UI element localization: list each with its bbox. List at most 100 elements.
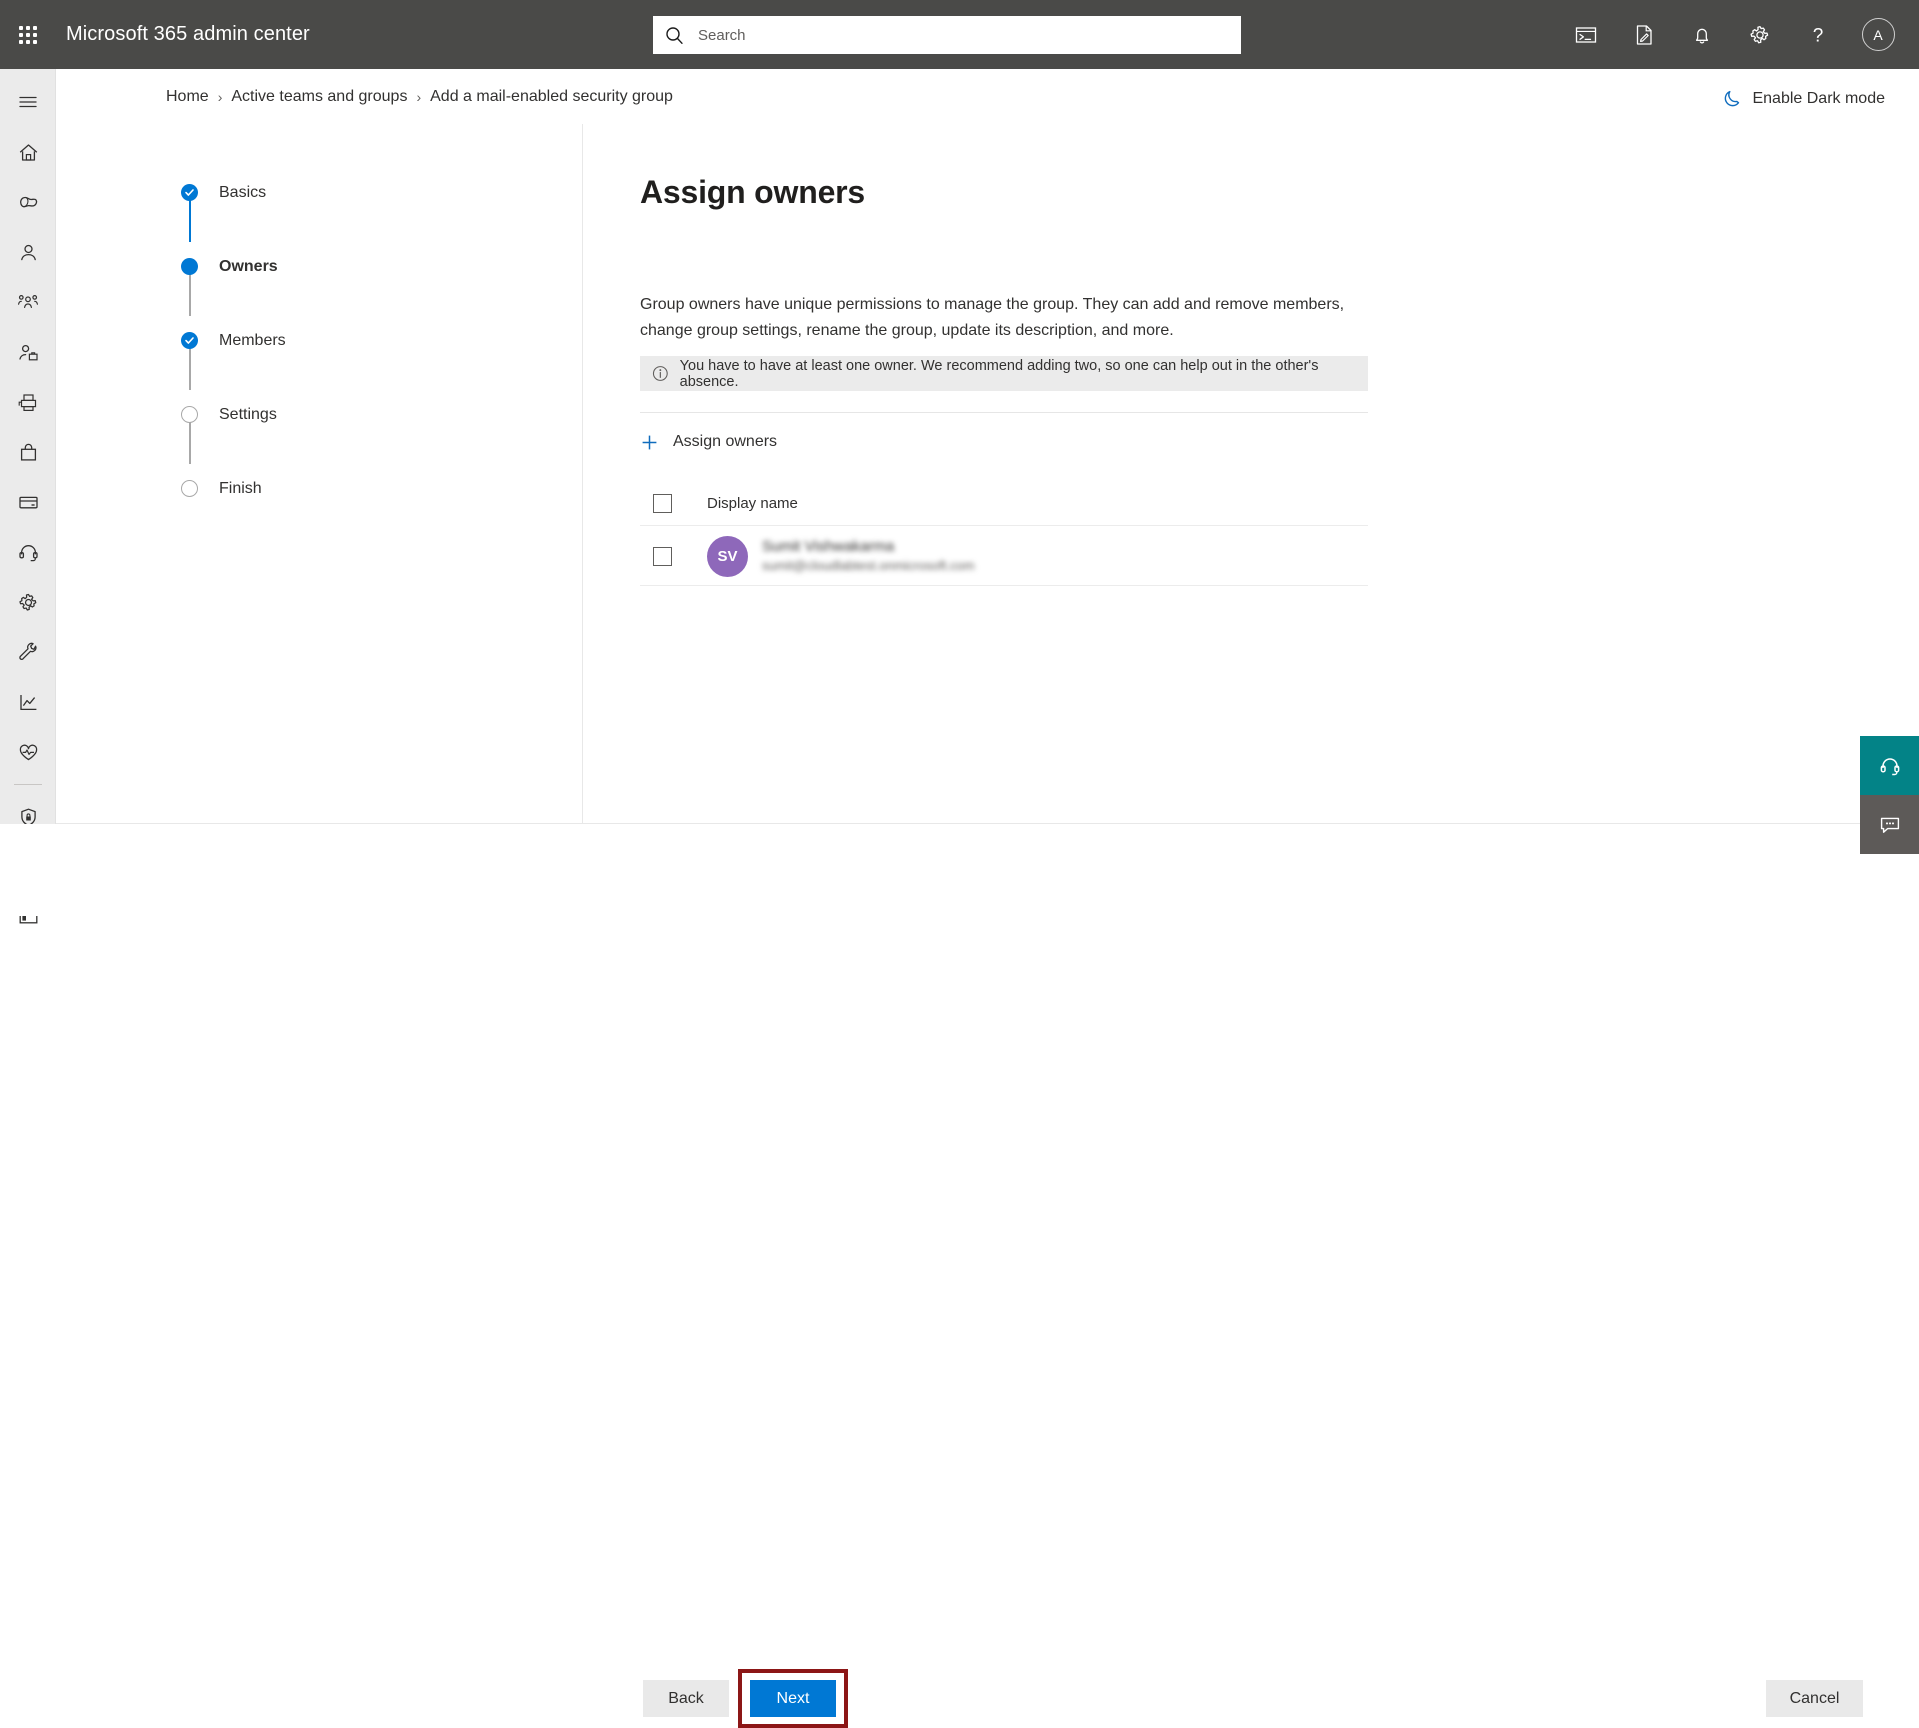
back-button[interactable]: Back — [643, 1680, 729, 1717]
cloud-shell-button[interactable] — [1557, 0, 1615, 69]
cancel-button[interactable]: Cancel — [1766, 1680, 1863, 1717]
whats-new-icon — [1636, 24, 1652, 45]
hamburger-icon — [19, 96, 37, 108]
waffle-icon — [19, 25, 37, 44]
breadcrumb-row: Home › Active teams and groups › Add a m… — [56, 69, 1919, 124]
sidebar-item-health[interactable] — [0, 727, 56, 777]
devices-icon — [18, 393, 36, 411]
settings-gear-icon — [18, 593, 36, 611]
info-icon — [652, 366, 668, 381]
owner-identity: Sumit Vishwakarma sumit@cloudlabtest.onm… — [762, 537, 975, 575]
account-avatar-button[interactable]: A — [1847, 0, 1909, 69]
marketplace-icon — [20, 443, 36, 461]
assign-owners-button[interactable]: Assign owners — [640, 424, 787, 460]
help-button[interactable]: ? — [1789, 0, 1847, 69]
suite-title: Microsoft 365 admin center — [66, 23, 310, 45]
next-button-highlight: Next — [738, 1669, 848, 1728]
sidebar-item-reports[interactable] — [0, 677, 56, 727]
step-status-current-icon — [181, 258, 198, 275]
breadcrumb-separator: › — [217, 88, 223, 105]
step-connector — [189, 270, 191, 316]
app-launcher-button[interactable] — [0, 0, 56, 69]
breadcrumb-item-home[interactable]: Home — [166, 88, 209, 106]
feedback-widget-button[interactable] — [1860, 795, 1919, 854]
sidebar-item-roles[interactable] — [0, 327, 56, 377]
table-row[interactable]: SV Sumit Vishwakarma sumit@cloudlabtest.… — [640, 527, 1368, 586]
sidebar-item-setup[interactable] — [0, 627, 56, 677]
support-headset-icon — [1880, 757, 1899, 775]
column-header-display-name: Display name — [707, 495, 798, 512]
wizard-steps-pane: Basics Owners Members Settings Finish — [115, 124, 583, 823]
sidebar-item-copilot[interactable] — [0, 177, 56, 227]
sidebar-item-nav-toggle[interactable] — [0, 77, 56, 127]
side-widgets — [1860, 736, 1919, 854]
support-widget-button[interactable] — [1860, 736, 1919, 795]
search-input[interactable] — [696, 25, 1216, 45]
wizard-step-basics[interactable]: Basics — [181, 179, 286, 242]
row-select-checkbox[interactable] — [653, 546, 672, 566]
sidebar-item-support[interactable] — [0, 527, 56, 577]
support-icon — [18, 544, 38, 561]
search-box[interactable] — [653, 16, 1241, 54]
breadcrumb-item-active-teams-and-groups[interactable]: Active teams and groups — [231, 88, 407, 106]
moon-icon — [1725, 90, 1740, 107]
sidebar-item-users[interactable] — [0, 227, 56, 277]
wizard-step-label: Members — [219, 331, 286, 349]
whats-new-button[interactable] — [1615, 0, 1673, 69]
wizard-footer: Back Next Cancel — [0, 824, 1919, 1728]
step-connector — [189, 418, 191, 464]
wizard-step-owners[interactable]: Owners — [181, 253, 286, 316]
wizard-step-settings[interactable]: Settings — [181, 401, 286, 464]
wizard-steps: Basics Owners Members Settings Finish — [181, 179, 286, 502]
select-all-checkbox[interactable] — [653, 494, 672, 513]
search-icon — [666, 26, 683, 44]
roles-icon — [18, 344, 38, 360]
step-status-todo-icon — [181, 480, 198, 497]
copilot-icon — [19, 196, 37, 207]
left-nav-rail — [0, 69, 56, 923]
reports-icon — [19, 694, 36, 710]
plus-icon — [642, 435, 657, 449]
enable-dark-mode-toggle[interactable]: Enable Dark mode — [1718, 83, 1889, 114]
breadcrumb-separator: › — [416, 88, 422, 105]
step-status-done-icon — [181, 332, 198, 349]
breadcrumb: Home › Active teams and groups › Add a m… — [166, 88, 673, 106]
sidebar-divider — [13, 784, 42, 785]
owners-table-header: Display name — [640, 482, 1368, 526]
sidebar-item-devices[interactable] — [0, 377, 56, 427]
cloud-shell-icon — [1575, 26, 1597, 43]
wizard-step-label: Owners — [219, 257, 278, 275]
wizard-step-label: Settings — [219, 405, 277, 423]
health-icon — [19, 744, 37, 760]
svg-text:?: ? — [1813, 25, 1824, 46]
sidebar-item-home[interactable] — [0, 127, 56, 177]
assign-owners-label: Assign owners — [673, 433, 778, 450]
sidebar-item-teams-groups[interactable] — [0, 277, 56, 327]
wizard-step-finish[interactable]: Finish — [181, 475, 286, 502]
owner-email: sumit@cloudlabtest.onmicrosoft.com — [762, 558, 975, 573]
avatar: A — [1861, 18, 1895, 51]
page-title: Assign owners — [640, 174, 866, 211]
info-banner-text: You have to have at least one owner. We … — [679, 357, 1319, 390]
next-button[interactable]: Next — [750, 1680, 836, 1717]
bell-icon — [1695, 28, 1709, 43]
sidebar-item-settings[interactable] — [0, 577, 56, 627]
toolbar-divider — [640, 412, 1368, 413]
step-status-todo-icon — [181, 406, 198, 423]
notifications-button[interactable] — [1673, 0, 1731, 69]
avatar: SV — [707, 535, 748, 577]
step-status-done-icon — [181, 184, 198, 201]
breadcrumb-item-current: Add a mail-enabled security group — [430, 87, 673, 105]
user-icon — [20, 244, 36, 260]
home-icon — [19, 143, 37, 161]
suite-actions: ? A — [1557, 0, 1909, 69]
wizard-step-label: Basics — [219, 183, 267, 201]
settings-button[interactable] — [1731, 0, 1789, 69]
teams-groups-icon — [18, 295, 38, 308]
owner-display-name: Sumit Vishwakarma — [762, 538, 895, 555]
enable-dark-mode-label: Enable Dark mode — [1752, 89, 1885, 107]
wizard-step-members[interactable]: Members — [181, 327, 286, 390]
step-connector — [189, 344, 191, 390]
sidebar-item-billing[interactable] — [0, 477, 56, 527]
sidebar-item-marketplace[interactable] — [0, 427, 56, 477]
